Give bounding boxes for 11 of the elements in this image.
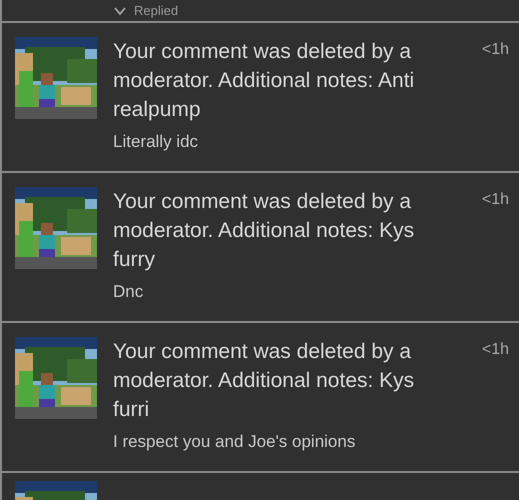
comment-text: Literally idc — [113, 132, 200, 152]
comment-text: Dnc — [113, 282, 144, 302]
notification-message: Your comment was deleted by a moderator. Additional notes: Kys furry — [113, 189, 416, 273]
notification-message: Your comment was deleted by a moderator. Additional notes: Kys furri — [113, 339, 416, 423]
timestamp: <1h — [482, 191, 509, 210]
comment-text: I respect you and Joe's opinions — [113, 432, 356, 452]
notification-message: Your comment was deleted by a moderator. Additional notes: Anti realpump — [113, 39, 416, 123]
reply-icon — [114, 6, 126, 16]
timestamp: <1h — [482, 341, 509, 360]
timestamp: <1h — [482, 41, 509, 60]
status-label: Replied — [134, 3, 178, 18]
